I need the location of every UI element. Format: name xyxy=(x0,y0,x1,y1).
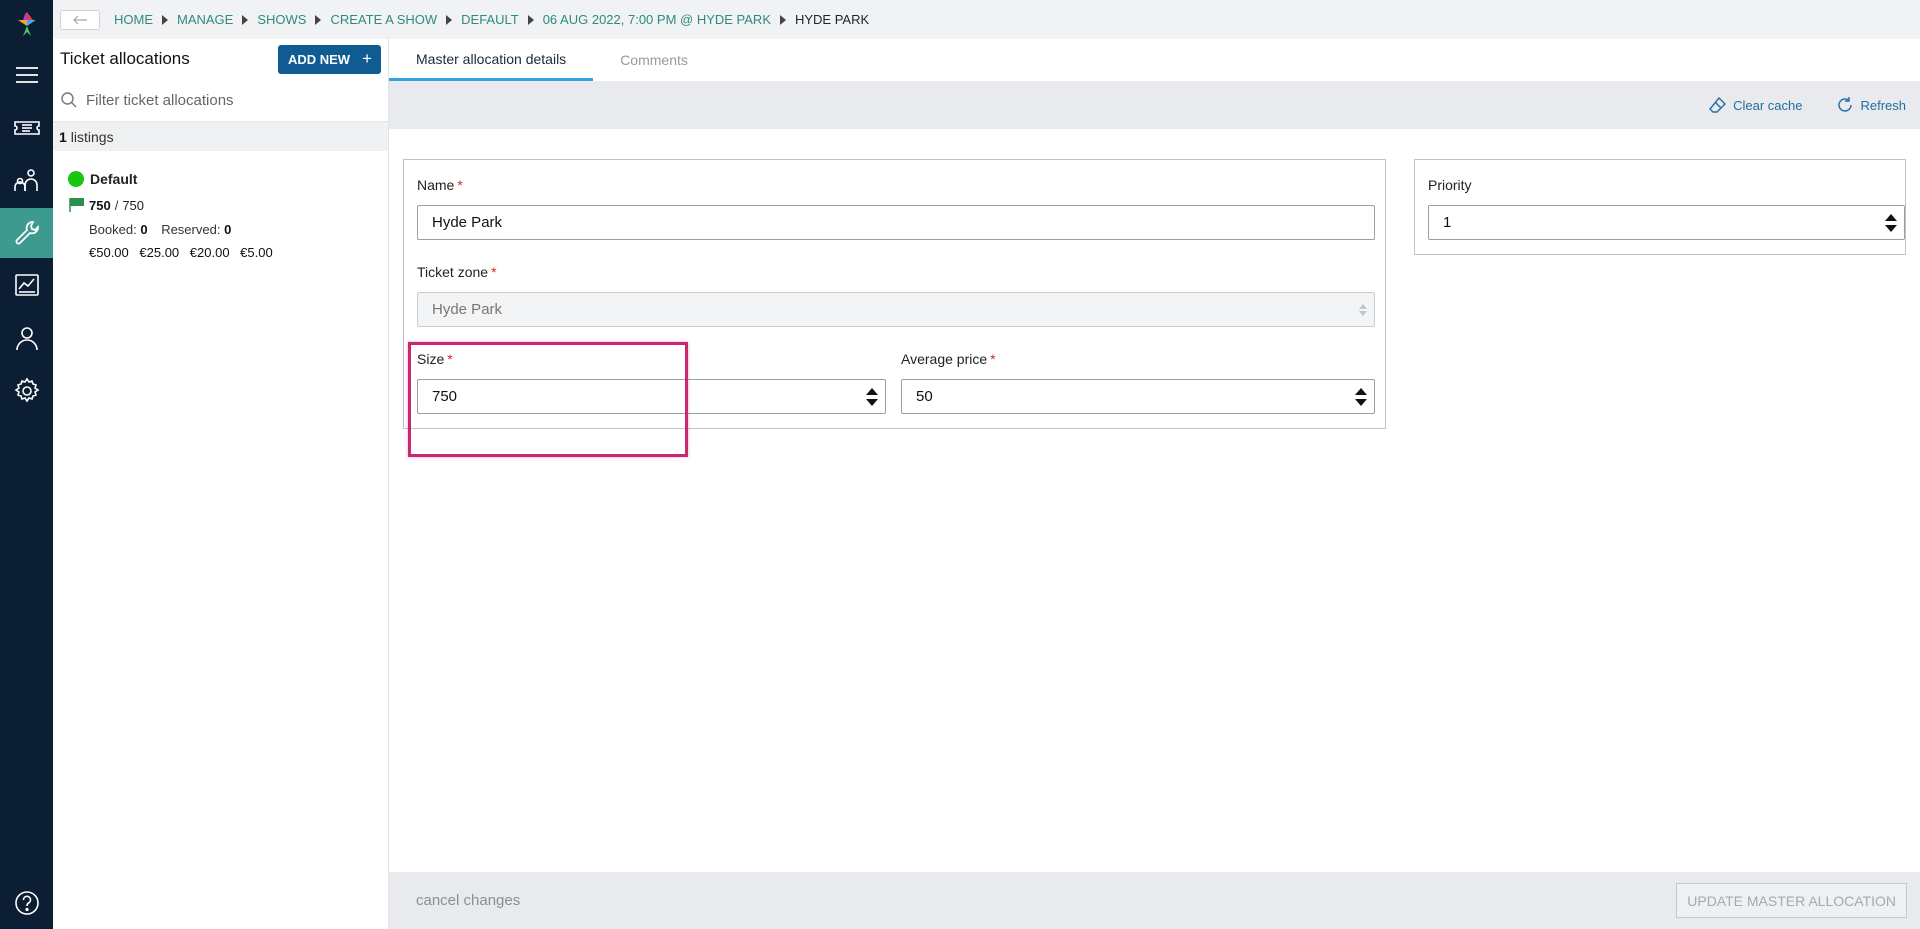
filter-bar xyxy=(53,79,388,122)
allocation-available: 750 xyxy=(89,197,111,213)
reserved-value: 0 xyxy=(224,222,232,237)
name-input[interactable]: Hyde Park xyxy=(417,205,1375,240)
clear-cache-button[interactable]: Clear cache xyxy=(1709,96,1802,114)
allocation-total: 750 xyxy=(122,197,145,213)
listings-label: listings xyxy=(70,128,114,145)
breadcrumb-separator-icon xyxy=(527,14,534,25)
reserved-label: Reserved: xyxy=(161,222,221,237)
status-dot-icon xyxy=(68,171,84,187)
breadcrumb-separator-icon xyxy=(446,14,453,25)
sidebar-header: Ticket allocations ADD NEW + xyxy=(53,39,388,79)
ticket-zone-label: Ticket zone * xyxy=(417,264,497,280)
nav-reports-button[interactable] xyxy=(0,260,53,310)
flag-icon xyxy=(69,198,84,212)
details-toolbar: Clear cache Refresh xyxy=(389,81,1920,129)
app-logo-icon xyxy=(18,12,36,36)
breadcrumb-separator-icon xyxy=(162,14,168,25)
allocation-capacity: 750 / 750 xyxy=(68,197,388,213)
wrench-icon xyxy=(15,221,39,245)
breadcrumb-create-show[interactable]: CREATE A SHOW xyxy=(330,12,437,27)
form-footer: cancel changes UPDATE MASTER ALLOCATION xyxy=(389,872,1920,929)
help-button[interactable] xyxy=(0,878,53,928)
breadcrumb-shows[interactable]: SHOWS xyxy=(257,12,306,27)
nav-manage-button[interactable] xyxy=(0,208,53,258)
gear-icon xyxy=(14,377,39,403)
nav-settings-button[interactable] xyxy=(0,366,53,416)
priority-input[interactable]: 1 xyxy=(1428,205,1905,240)
nav-customers-button[interactable] xyxy=(0,156,53,206)
priority-panel: Priority 1 xyxy=(1414,159,1906,255)
priority-label: Priority xyxy=(1428,177,1472,193)
price-tag: €25.00 xyxy=(139,245,180,260)
annotation-highlight-box xyxy=(408,342,688,457)
name-value: Hyde Park xyxy=(432,214,503,231)
tab-master-allocation-details[interactable]: Master allocation details xyxy=(389,39,594,81)
allocation-list-item[interactable]: Default 750 / 750 Booked: 0 Reserved: 0 … xyxy=(53,151,388,260)
hamburger-menu-icon xyxy=(15,67,38,83)
price-tag: €20.00 xyxy=(189,245,230,260)
name-label: Name * xyxy=(417,177,463,193)
number-stepper-icon[interactable] xyxy=(1354,386,1368,408)
allocation-name-row: Default xyxy=(68,171,388,187)
breadcrumb-performance[interactable]: 06 AUG 2022, 7:00 PM @ HYDE PARK xyxy=(543,12,771,27)
add-new-button[interactable]: ADD NEW + xyxy=(277,44,381,74)
allocation-stats: Booked: 0 Reserved: 0 xyxy=(89,222,388,237)
number-stepper-icon[interactable] xyxy=(1884,212,1898,234)
listings-count: 1 xyxy=(59,128,67,145)
refresh-icon xyxy=(1838,97,1853,112)
price-tag: €5.00 xyxy=(240,245,273,260)
select-arrows-icon xyxy=(1359,304,1367,316)
nav-tickets-button[interactable] xyxy=(0,103,53,153)
allocation-prices: €50.00 €25.00 €20.00 €5.00 xyxy=(89,245,388,260)
plus-icon: + xyxy=(362,49,372,68)
sidebar-title: Ticket allocations xyxy=(60,49,190,68)
search-icon xyxy=(61,92,77,108)
help-icon xyxy=(14,891,39,915)
people-shopping-icon xyxy=(13,169,38,191)
refresh-label: Refresh xyxy=(1860,97,1906,113)
top-bar: HOME MANAGE SHOWS CREATE A SHOW DEFAULT … xyxy=(53,0,1920,39)
ticket-icon xyxy=(13,121,40,135)
cancel-changes-link[interactable]: cancel changes xyxy=(416,892,520,909)
ticket-zone-value: Hyde Park xyxy=(432,301,503,318)
breadcrumb-separator-icon xyxy=(779,14,786,25)
average-price-value: 50 xyxy=(916,388,933,405)
update-master-allocation-button[interactable]: UPDATE MASTER ALLOCATION xyxy=(1676,883,1907,918)
arrow-left-icon xyxy=(73,15,87,24)
nav-account-button[interactable] xyxy=(0,313,53,363)
breadcrumb-current: HYDE PARK xyxy=(794,12,870,27)
breadcrumb-separator-icon xyxy=(242,14,249,25)
tab-comments[interactable]: Comments xyxy=(593,39,715,81)
user-icon xyxy=(15,327,38,351)
back-button[interactable] xyxy=(60,9,100,30)
average-price-label: Average price * xyxy=(901,351,996,367)
app-nav-rail xyxy=(0,0,53,929)
booked-value: 0 xyxy=(140,222,148,237)
breadcrumb-manage[interactable]: MANAGE xyxy=(177,12,233,27)
number-stepper-icon[interactable] xyxy=(865,386,879,408)
breadcrumb: HOME MANAGE SHOWS CREATE A SHOW DEFAULT … xyxy=(114,12,869,27)
ticket-allocations-sidebar: Ticket allocations ADD NEW + 1 listings … xyxy=(53,39,389,929)
breadcrumb-separator-icon xyxy=(315,14,322,25)
ticket-zone-select: Hyde Park xyxy=(417,292,1375,327)
average-price-input[interactable]: 50 xyxy=(901,379,1375,414)
allocation-name: Default xyxy=(90,171,138,187)
eraser-icon xyxy=(1709,96,1727,113)
filter-ticket-allocations-input[interactable] xyxy=(86,91,366,109)
priority-value: 1 xyxy=(1443,214,1452,231)
tab-bar: Master allocation details Comments xyxy=(389,39,1920,81)
clear-cache-label: Clear cache xyxy=(1733,97,1803,113)
breadcrumb-default[interactable]: DEFAULT xyxy=(461,12,519,27)
add-new-label: ADD NEW xyxy=(287,51,351,67)
refresh-button[interactable]: Refresh xyxy=(1836,96,1906,114)
listings-count-bar: 1 listings xyxy=(53,122,388,151)
menu-button[interactable] xyxy=(0,50,53,100)
reports-icon xyxy=(14,274,39,296)
price-tag: €50.00 xyxy=(89,245,129,260)
capacity-separator: / xyxy=(114,197,119,213)
breadcrumb-home[interactable]: HOME xyxy=(114,12,153,27)
booked-label: Booked: xyxy=(89,222,137,237)
